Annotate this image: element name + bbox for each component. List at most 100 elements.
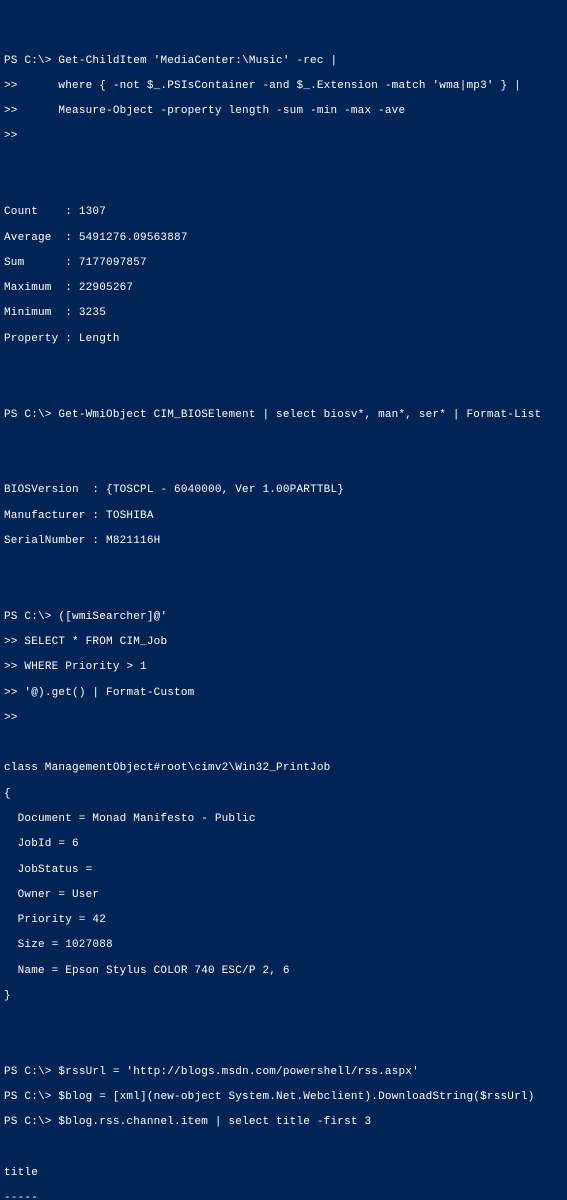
output-line: title: [4, 1167, 563, 1180]
output-line: Average : 5491276.09563887: [4, 232, 563, 245]
output-prop: Document = Monad Manifesto - Public: [4, 813, 256, 825]
continuation-prompt: >>: [4, 712, 18, 724]
continuation-prompt: >>: [4, 661, 18, 673]
output-prop: Owner = User: [4, 889, 99, 901]
output-line: Size = 1027088: [4, 939, 563, 952]
output-label: BIOSVersion :: [4, 484, 106, 496]
command-text: $blog = [xml](new-object System.Net.Webc…: [58, 1091, 534, 1103]
blank-line: [4, 459, 563, 472]
output-value: 22905267: [79, 282, 133, 294]
output-value: {TOSCPL - 6040000, Ver 1.00PARTTBL}: [106, 484, 344, 496]
output-prop: JobStatus =: [4, 864, 92, 876]
command-text: ([wmiSearcher]@': [58, 611, 167, 623]
output-brace: }: [4, 990, 11, 1002]
blank-line: [4, 585, 563, 598]
output-value: 7177097857: [79, 257, 147, 269]
output-line: -----: [4, 1192, 563, 1200]
output-line: }: [4, 990, 563, 1003]
terminal-line: PS C:\> $rssUrl = 'http://blogs.msdn.com…: [4, 1066, 563, 1079]
table-header: title: [4, 1167, 38, 1179]
output-value: Length: [79, 333, 120, 345]
terminal-line: >> WHERE Priority > 1: [4, 661, 563, 674]
output-label: Minimum :: [4, 307, 79, 319]
output-line: Manufacturer : TOSHIBA: [4, 510, 563, 523]
output-line: Name = Epson Stylus COLOR 740 ESC/P 2, 6: [4, 965, 563, 978]
output-line: SerialNumber : M821116H: [4, 535, 563, 548]
terminal-line: >> '@).get() | Format-Custom: [4, 687, 563, 700]
blank-line: [4, 156, 563, 169]
terminal-line: PS C:\> $blog = [xml](new-object System.…: [4, 1091, 563, 1104]
output-label: SerialNumber :: [4, 535, 106, 547]
blank-line: [4, 560, 563, 573]
output-prop: Priority = 42: [4, 914, 106, 926]
prompt: PS C:\>: [4, 1116, 52, 1128]
command-text: Get-ChildItem 'MediaCenter:\Music' -rec …: [58, 55, 337, 67]
command-text: Get-WmiObject CIM_BIOSElement | select b…: [58, 409, 541, 421]
terminal-line: PS C:\> Get-WmiObject CIM_BIOSElement | …: [4, 409, 563, 422]
command-text: $rssUrl = 'http://blogs.msdn.com/powersh…: [58, 1066, 418, 1078]
output-line: Owner = User: [4, 889, 563, 902]
command-text: $blog.rss.channel.item | select title -f…: [58, 1116, 371, 1128]
continuation-prompt: >>: [4, 130, 18, 142]
output-prop: Name = Epson Stylus COLOR 740 ESC/P 2, 6: [4, 965, 290, 977]
output-label: Property :: [4, 333, 79, 345]
output-label: Sum :: [4, 257, 79, 269]
terminal-line: >>: [4, 712, 563, 725]
terminal-line: >> Measure-Object -property length -sum …: [4, 105, 563, 118]
output-line: Document = Monad Manifesto - Public: [4, 813, 563, 826]
prompt: PS C:\>: [4, 409, 52, 421]
command-text: Measure-Object -property length -sum -mi…: [24, 105, 405, 117]
output-label: Average :: [4, 232, 79, 244]
output-header: class ManagementObject#root\cimv2\Win32_…: [4, 762, 330, 774]
blank-line: [4, 1015, 563, 1028]
terminal-line: >> SELECT * FROM CIM_Job: [4, 636, 563, 649]
output-line: BIOSVersion : {TOSCPL - 6040000, Ver 1.0…: [4, 484, 563, 497]
continuation-prompt: >>: [4, 636, 18, 648]
output-line: {: [4, 788, 563, 801]
output-value: 3235: [79, 307, 106, 319]
continuation-prompt: >>: [4, 80, 18, 92]
command-text: WHERE Priority > 1: [24, 661, 146, 673]
output-brace: {: [4, 788, 11, 800]
output-prop: JobId = 6: [4, 838, 79, 850]
terminal-line: >> where { -not $_.PSIsContainer -and $_…: [4, 80, 563, 93]
output-line: Property : Length: [4, 333, 563, 346]
prompt: PS C:\>: [4, 1066, 52, 1078]
blank-line: [4, 737, 563, 750]
output-label: Count :: [4, 206, 79, 218]
output-line: Minimum : 3235: [4, 307, 563, 320]
prompt: PS C:\>: [4, 55, 52, 67]
blank-line: [4, 1142, 563, 1155]
terminal-line: >>: [4, 130, 563, 143]
command-text: where { -not $_.PSIsContainer -and $_.Ex…: [24, 80, 520, 92]
output-value: 5491276.09563887: [79, 232, 188, 244]
continuation-prompt: >>: [4, 687, 18, 699]
output-prop: Size = 1027088: [4, 939, 113, 951]
terminal-line: PS C:\> $blog.rss.channel.item | select …: [4, 1116, 563, 1129]
terminal-line: PS C:\> Get-ChildItem 'MediaCenter:\Musi…: [4, 55, 563, 68]
blank-line: [4, 358, 563, 371]
prompt: PS C:\>: [4, 1091, 52, 1103]
output-value: M821116H: [106, 535, 160, 547]
output-value: 1307: [79, 206, 106, 218]
output-value: TOSHIBA: [106, 510, 154, 522]
output-line: class ManagementObject#root\cimv2\Win32_…: [4, 762, 563, 775]
output-label: Maximum :: [4, 282, 79, 294]
output-line: Priority = 42: [4, 914, 563, 927]
command-text: SELECT * FROM CIM_Job: [24, 636, 167, 648]
output-line: Maximum : 22905267: [4, 282, 563, 295]
table-rule: -----: [4, 1192, 38, 1200]
output-label: Manufacturer :: [4, 510, 106, 522]
output-line: JobStatus =: [4, 864, 563, 877]
blank-line: [4, 1041, 563, 1054]
output-line: JobId = 6: [4, 838, 563, 851]
continuation-prompt: >>: [4, 105, 18, 117]
output-line: Sum : 7177097857: [4, 257, 563, 270]
terminal-line: PS C:\> ([wmiSearcher]@': [4, 611, 563, 624]
blank-line: [4, 181, 563, 194]
blank-line: [4, 434, 563, 447]
prompt: PS C:\>: [4, 611, 52, 623]
blank-line: [4, 383, 563, 396]
command-text: '@).get() | Format-Custom: [24, 687, 194, 699]
output-line: Count : 1307: [4, 206, 563, 219]
